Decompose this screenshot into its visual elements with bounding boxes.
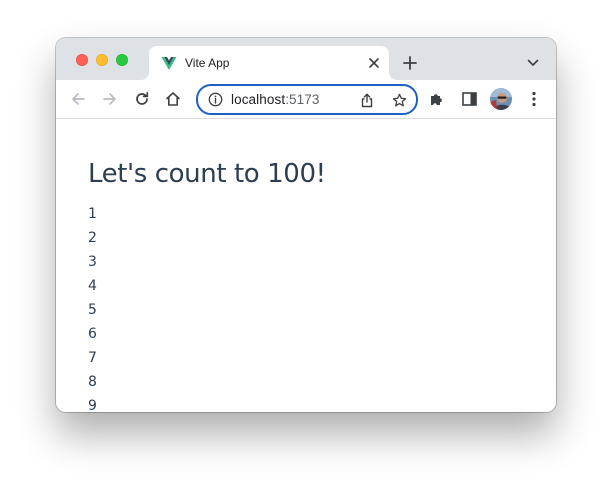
home-icon [166,92,180,106]
list-item: 7 [88,350,97,366]
plus-icon [403,56,417,70]
home-button[interactable] [163,89,183,109]
tab-vite-app[interactable]: Vite App [149,46,389,80]
kebab-menu-icon [532,91,536,107]
new-tab-button[interactable] [400,53,420,73]
vue-logo-icon [161,57,177,70]
window-maximize-button[interactable] [116,54,128,66]
side-panel-button[interactable] [459,89,479,109]
list-item: 2 [88,230,97,246]
list-item: 9 [88,398,97,412]
back-button[interactable] [68,89,88,109]
chevron-down-icon [527,59,539,66]
share-icon [361,93,373,107]
list-item: 6 [88,326,97,342]
url-text[interactable]: localhost:5173 [231,92,319,107]
browser-toolbar: localhost:5173 [56,80,556,119]
bookmark-button[interactable] [390,91,408,109]
profile-avatar[interactable] [490,88,512,110]
page-heading: Let's count to 100! [88,159,326,189]
side-panel-icon [461,92,477,106]
url-host: localhost [231,92,286,107]
puzzle-icon [431,94,442,105]
page-content: Let's count to 100! 1 2 3 4 5 6 7 8 9 [56,119,556,412]
info-icon[interactable] [208,92,223,107]
window-minimize-button[interactable] [96,54,108,66]
tab-close-button[interactable] [365,54,383,72]
list-item: 5 [88,302,97,318]
tab-title: Vite App [185,56,230,70]
list-item: 1 [88,206,97,222]
arrow-right-icon [103,93,116,105]
avatar-icon [490,88,512,110]
forward-button[interactable] [100,89,120,109]
tab-strip: Vite App [56,38,556,80]
tab-search-button[interactable] [524,54,542,72]
list-item: 8 [88,374,97,390]
list-item: 3 [88,254,97,270]
star-icon [392,93,406,106]
window-close-button[interactable] [76,54,88,66]
extensions-button[interactable] [427,89,447,109]
number-list: 1 2 3 4 5 6 7 8 9 [88,202,97,412]
menu-button[interactable] [524,89,544,109]
share-button[interactable] [358,91,376,109]
reload-button[interactable] [132,89,152,109]
url-port: :5173 [285,92,320,107]
address-bar[interactable]: localhost:5173 [196,84,418,115]
browser-window: Vite App localhost:5173 Let's count to 1… [56,38,556,412]
arrow-left-icon [72,93,85,105]
close-icon [369,58,379,68]
reload-icon [136,91,149,105]
list-item: 4 [88,278,97,294]
